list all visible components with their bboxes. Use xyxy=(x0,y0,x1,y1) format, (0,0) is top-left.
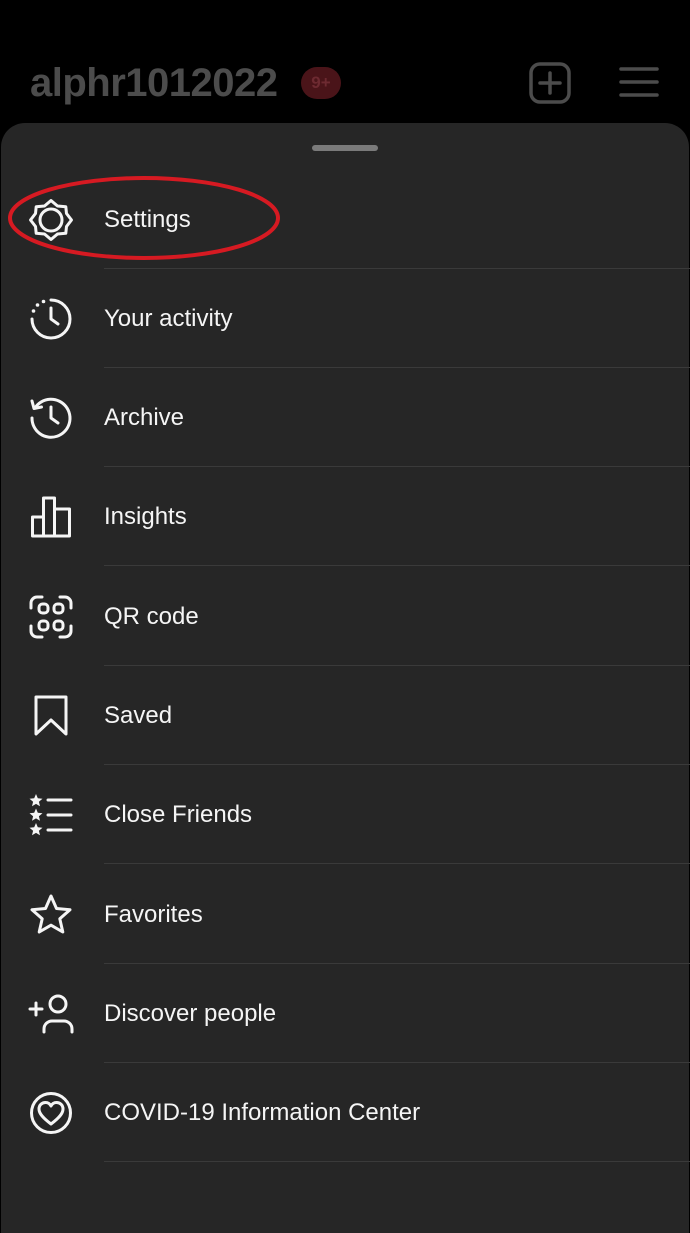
profile-username[interactable]: alphr1012022 xyxy=(30,60,278,106)
menu-item-insights[interactable]: Insights xyxy=(0,467,690,566)
menu-item-label: COVID-19 Information Center xyxy=(104,1099,421,1126)
menu-item-label: Archive xyxy=(104,404,185,431)
menu-item-label: Discover people xyxy=(104,1000,277,1027)
profile-header: alphr1012022 9+ xyxy=(0,0,690,125)
insights-bar-chart-icon xyxy=(26,495,76,539)
close-friends-list-icon xyxy=(26,793,76,837)
hamburger-menu-icon[interactable] xyxy=(619,62,661,104)
menu-item-label: Saved xyxy=(104,702,173,729)
menu-item-label: Your activity xyxy=(104,305,233,332)
menu-item-saved[interactable]: Saved xyxy=(0,666,690,765)
divider xyxy=(104,863,690,864)
star-icon xyxy=(26,893,76,937)
menu-item-favorites[interactable]: Favorites xyxy=(0,865,690,964)
covid-heart-icon xyxy=(26,1091,76,1135)
add-person-icon xyxy=(26,992,76,1036)
menu-item-label: Close Friends xyxy=(104,801,253,828)
sheet-drag-handle[interactable] xyxy=(312,145,378,151)
activity-clock-icon xyxy=(26,297,76,341)
menu-item-label: QR code xyxy=(104,603,199,630)
menu-item-label: Favorites xyxy=(104,901,203,928)
menu-item-discover-people[interactable]: Discover people xyxy=(0,964,690,1063)
menu-item-qr-code[interactable]: QR code xyxy=(0,567,690,666)
bookmark-icon xyxy=(26,694,76,738)
divider xyxy=(104,1161,690,1162)
settings-gear-icon xyxy=(26,198,76,242)
qr-code-icon xyxy=(26,595,76,639)
menu-item-label: Settings xyxy=(104,206,191,233)
menu-item-archive[interactable]: Archive xyxy=(0,368,690,467)
archive-history-icon xyxy=(26,396,76,440)
menu-item-label: Insights xyxy=(104,503,187,530)
menu-item-close-friends[interactable]: Close Friends xyxy=(0,765,690,864)
plus-square-icon[interactable] xyxy=(529,62,571,104)
menu-item-covid-info-center[interactable]: COVID-19 Information Center xyxy=(0,1063,690,1162)
divider xyxy=(104,565,690,566)
menu-item-settings[interactable]: Settings xyxy=(0,170,690,269)
menu-item-your-activity[interactable]: Your activity xyxy=(0,269,690,368)
notification-badge: 9+ xyxy=(301,67,341,99)
